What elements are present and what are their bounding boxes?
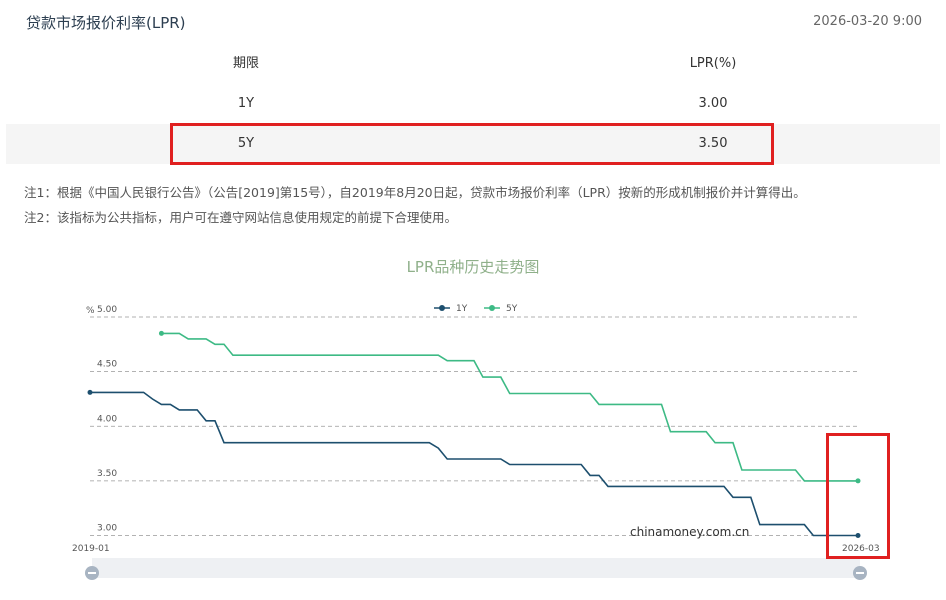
legend-marker — [439, 305, 445, 311]
series-line-5Y — [161, 332, 858, 482]
series-line-1Y — [90, 391, 858, 537]
page-header: 贷款市场报价利率(LPR) 2026-03-20 9:00 — [0, 0, 946, 44]
series-start-point — [158, 330, 164, 336]
term-cell: 1Y — [237, 96, 255, 111]
highlight-box-latest — [826, 433, 890, 559]
note-2: 注2：该指标为公共指标，用户可在遵守网站信息使用规定的前提下合理使用。 — [24, 210, 457, 225]
timestamp: 2026-03-20 9:00 — [813, 14, 922, 29]
notes: 注1：根据《中国人民银行公告》（公告[2019]第15号），自2019年8月20… — [24, 180, 806, 230]
legend-label: 1Y — [456, 304, 468, 314]
highlight-box-5y-row — [170, 123, 774, 165]
rate-cell: 3.00 — [698, 96, 728, 111]
x-tick-label: 2019-01 — [72, 544, 110, 554]
chart-legend: 1Y 5Y — [434, 304, 518, 314]
slider-handle-left-grip — [88, 572, 96, 574]
y-axis-label: % — [86, 306, 95, 316]
table-row: 1Y 3.00 — [6, 84, 940, 124]
lpr-history-chart: 1Y 5Y 3.003.504.004.505.00%2019-01 2026-03… — [72, 304, 880, 580]
chart-title: LPR品种历史走势图 — [406, 258, 540, 276]
slider-track[interactable] — [92, 558, 860, 578]
y-tick-label: 5.00 — [97, 305, 117, 315]
y-tick-label: 4.50 — [97, 360, 117, 370]
legend-marker — [489, 305, 495, 311]
column-header-rate: LPR(%) — [689, 56, 737, 71]
slider-handle-right-grip — [856, 572, 864, 574]
watermark: chinamoney.com.cn — [630, 525, 749, 539]
page-title: 贷款市场报价利率(LPR) — [26, 14, 186, 32]
zoom-slider[interactable] — [85, 558, 867, 580]
y-tick-label: 4.00 — [97, 414, 117, 424]
table-header-row: 期限 LPR(%) — [6, 44, 940, 84]
legend-label: 5Y — [506, 304, 518, 314]
note-1: 注1：根据《中国人民银行公告》（公告[2019]第15号），自2019年8月20… — [24, 185, 806, 200]
y-tick-label: 3.00 — [97, 524, 117, 534]
series-start-point — [87, 389, 93, 395]
y-tick-label: 3.50 — [97, 469, 117, 479]
column-header-term: 期限 — [232, 56, 259, 71]
